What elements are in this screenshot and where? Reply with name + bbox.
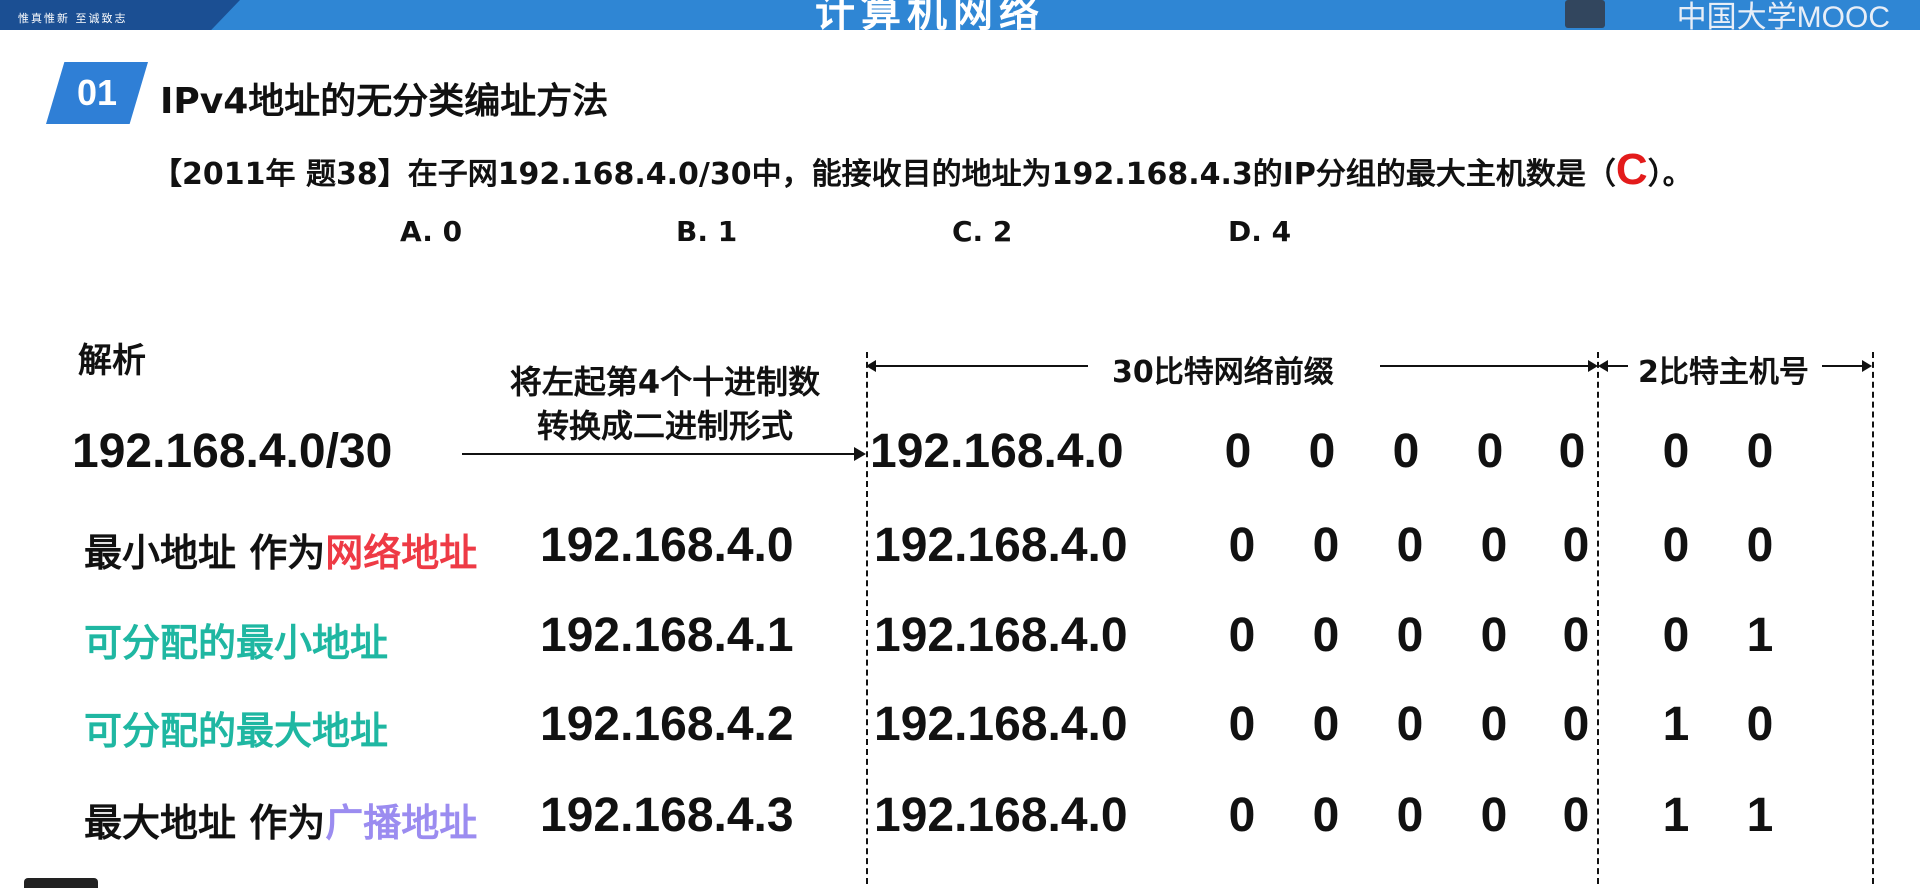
mooc-logo-icon [1565,0,1605,28]
school-motto: 惟真惟新 至诚致志 [18,12,128,25]
row-bit: 0 [1562,789,1590,842]
divider-middle [1597,352,1599,884]
row-address: 192.168.4.2 [540,698,794,751]
header-prefix: 192.168.4.0 [870,425,1124,478]
question-suffix: ）。 [1647,157,1693,192]
header-bit: 0 [1308,425,1336,478]
header-bit: 0 [1558,425,1586,478]
mooc-brand: 中国大学MOOC [1676,1,1890,34]
course-title: 计算机网络 [815,0,1045,36]
host-bits-label: 2比特主机号 [1630,347,1817,391]
divider-right [1872,352,1874,884]
row-bit: 0 [1312,698,1340,751]
header-bit: 0 [1224,425,1252,478]
header-bit: 0 [1476,425,1504,478]
school-strip: 惟真惟新 至诚致志 [0,0,240,30]
option-a: A. 0 [400,215,463,248]
question-text: 【2011年 题38】在子网192.168.4.0/30中，能接收目的地址为19… [152,145,1693,195]
row-bit: 1 [1662,698,1690,751]
row-bit: 1 [1662,789,1690,842]
section-number-badge: 01 [46,62,148,124]
subnet-notation: 192.168.4.0/30 [72,425,393,478]
option-d: D. 4 [1228,215,1292,248]
answer-mark: C [1615,145,1648,194]
prefix-dim-line-left [866,360,1088,372]
row-bit: 0 [1480,609,1508,662]
row-bit: 0 [1396,609,1424,662]
row-bit: 0 [1480,519,1508,572]
row-bit: 0 [1312,789,1340,842]
question-prefix: 【2011年 题38】在子网192.168.4.0/30中，能接收目的地址为19… [152,157,1616,192]
row-bit: 0 [1228,519,1256,572]
note-line-2: 转换成二进制形式 [536,407,793,445]
row-label-highlight: 广播地址 [325,801,478,845]
row-prefix: 192.168.4.0 [874,519,1128,572]
row-bit: 0 [1562,519,1590,572]
row-bit: 0 [1396,789,1424,842]
row-bit: 0 [1312,519,1340,572]
conversion-arrow [462,447,866,461]
row-bit: 0 [1746,698,1774,751]
analysis-label: 解析 [78,341,146,381]
note-line-1: 将左起第4个十进制数 [509,363,821,401]
option-c: C. 2 [952,215,1013,248]
row-label-highlight: 网络地址 [325,531,478,575]
conversion-note: 将左起第4个十进制数 转换成二进制形式 [480,360,850,448]
row-bit: 0 [1562,698,1590,751]
row-address: 192.168.4.3 [540,789,794,842]
section-title: IPv4地址的无分类编址方法 [160,81,609,122]
row-prefix: 192.168.4.0 [874,609,1128,662]
row-bit: 0 [1312,609,1340,662]
row-label-main: 最小地址 作为 [84,531,326,575]
row-address: 192.168.4.0 [540,519,794,572]
row-bit: 0 [1228,789,1256,842]
row-bit: 0 [1396,519,1424,572]
prefix-dim-line-right [1380,360,1598,372]
option-b: B. 1 [676,215,738,248]
row-address: 192.168.4.1 [540,609,794,662]
divider-left [866,352,868,884]
row-bit: 0 [1662,609,1690,662]
row-label-network: 最小地址 作为网络地址 [84,522,477,577]
row-label-main: 最大地址 作为 [84,801,326,845]
row-prefix: 192.168.4.0 [874,698,1128,751]
header-bit: 0 [1392,425,1420,478]
row-label-min-assignable: 可分配的最小地址 [84,621,389,665]
row-prefix: 192.168.4.0 [874,789,1128,842]
row-label-max-assignable: 可分配的最大地址 [84,709,389,753]
player-control-stub [24,878,98,888]
row-bit: 0 [1396,698,1424,751]
row-bit: 0 [1662,519,1690,572]
row-bit: 0 [1228,609,1256,662]
host-dim-line-left [1598,360,1628,372]
row-bit: 0 [1228,698,1256,751]
row-bit: 0 [1480,698,1508,751]
row-bit: 0 [1746,519,1774,572]
row-bit: 1 [1746,789,1774,842]
header-bit: 0 [1746,425,1774,478]
row-bit: 1 [1746,609,1774,662]
network-prefix-label: 30比特网络前缀 [1104,347,1342,391]
row-label-broadcast: 最大地址 作为广播地址 [84,792,477,847]
row-bit: 0 [1562,609,1590,662]
header-bit: 0 [1662,425,1690,478]
row-bit: 0 [1480,789,1508,842]
host-dim-line-right [1822,360,1872,372]
